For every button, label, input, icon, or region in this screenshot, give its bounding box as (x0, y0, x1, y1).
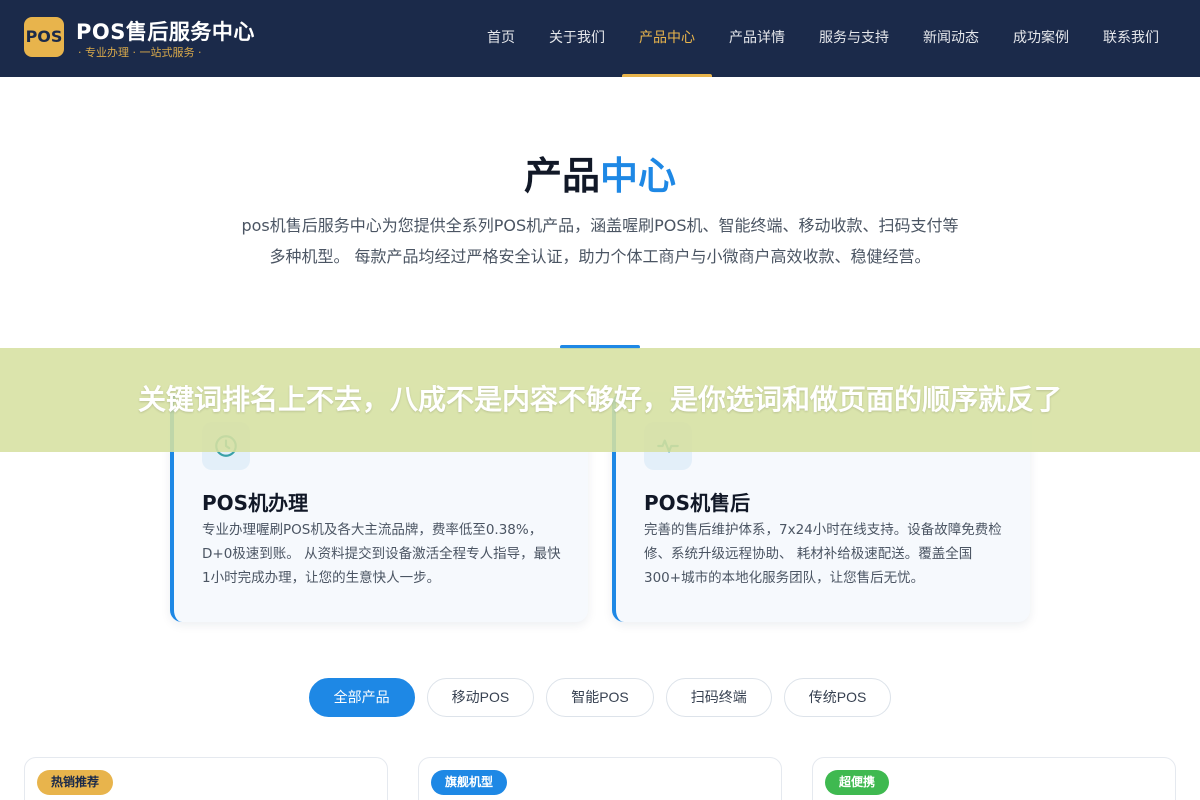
filter-all-products[interactable]: 全部产品 (308, 678, 415, 717)
page-title: 产品中心 (0, 145, 1200, 200)
product-card[interactable]: 超便携 (812, 757, 1176, 800)
flagship-badge: 旗舰机型 (431, 770, 508, 795)
service-card-description: 专业办理喔刷POS机及各大主流品牌，费率低至0.38%，D+0极速到账。 从资料… (202, 522, 561, 586)
banner-text: 关键词排名上不去，八成不是内容不够好，是你选词和做页面的顺序就反了 (137, 383, 1062, 416)
portable-badge: 超便携 (825, 770, 890, 795)
filter-smart-pos[interactable]: 智能POS (546, 678, 654, 717)
main-nav: 首页 关于我们 产品中心 产品详情 服务与支持 新闻动态 成功案例 联系我们 (470, 0, 1176, 77)
nav-contact[interactable]: 联系我们 (1086, 0, 1176, 77)
nav-product-detail[interactable]: 产品详情 (712, 0, 802, 77)
section-description: pos机售后服务中心为您提供全系列POS机产品，涵盖喔刷POS机、智能终端、移动… (241, 216, 959, 266)
brand-subtitle: · 专业办理 · 一站式服务 · (78, 46, 202, 59)
logo-icon[interactable]: POS (24, 17, 64, 57)
product-filter-tabs: 全部产品 移动POS 智能POS 扫码终端 传统POS (0, 678, 1200, 717)
page-title-highlight: 中心 (600, 154, 677, 198)
page-title-main: 产品 (523, 154, 600, 198)
site-header: POS POS售后服务中心 · 专业办理 · 一站式服务 · 首页 关于我们 产… (0, 0, 1200, 77)
service-card-title: POS机办理 (202, 491, 309, 515)
service-card-title: POS机售后 (644, 491, 751, 515)
product-card[interactable]: 热销推荐 (24, 757, 388, 800)
nav-home[interactable]: 首页 (470, 0, 532, 77)
nav-cases[interactable]: 成功案例 (996, 0, 1086, 77)
overlay-banner: 关键词排名上不去，八成不是内容不够好，是你选词和做页面的顺序就反了 (0, 348, 1200, 452)
nav-about[interactable]: 关于我们 (532, 0, 622, 77)
nav-service-support[interactable]: 服务与支持 (802, 0, 906, 77)
service-card-description: 完善的售后维护体系，7x24小时在线支持。设备故障免费检修、系统升级远程协助、 … (644, 522, 1002, 586)
nav-products[interactable]: 产品中心 (622, 0, 712, 77)
nav-news[interactable]: 新闻动态 (906, 0, 996, 77)
filter-mobile-pos[interactable]: 移动POS (426, 678, 535, 717)
filter-traditional-pos[interactable]: 传统POS (783, 678, 892, 717)
hot-badge: 热销推荐 (37, 770, 114, 795)
brand-title[interactable]: POS售后服务中心 (76, 16, 255, 46)
product-card[interactable]: 旗舰机型 (418, 757, 782, 800)
filter-scan-terminal[interactable]: 扫码终端 (665, 678, 772, 717)
